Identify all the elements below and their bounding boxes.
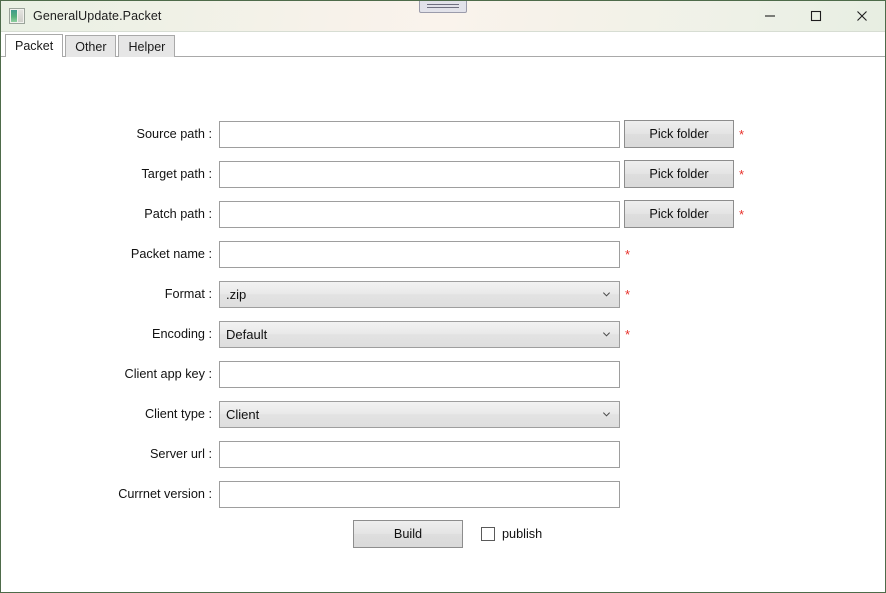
tab-other-label: Other bbox=[75, 39, 107, 54]
source-path-required-marker: * bbox=[739, 126, 745, 142]
close-button[interactable] bbox=[839, 1, 885, 31]
field-source-path: Pick folder * bbox=[219, 120, 747, 148]
packet-name-required-marker: * bbox=[625, 246, 631, 262]
tab-helper-label: Helper bbox=[128, 39, 166, 54]
field-client-app-key bbox=[219, 360, 633, 388]
tab-packet-label: Packet bbox=[15, 39, 54, 53]
chevron-down-icon bbox=[602, 330, 611, 339]
patch-path-pick-folder-button[interactable]: Pick folder bbox=[624, 200, 734, 228]
field-current-version bbox=[219, 480, 633, 508]
snap-line-bottom bbox=[427, 7, 459, 8]
label-packet-name: Packet name : bbox=[130, 247, 212, 261]
form-row-patch-path: Patch path : Pick folder * bbox=[1, 194, 885, 234]
chevron-down-icon bbox=[602, 290, 611, 299]
minimize-icon bbox=[764, 10, 776, 22]
label-target-path: Target path : bbox=[141, 167, 212, 181]
minimize-button[interactable] bbox=[747, 1, 793, 31]
label-encoding: Encoding : bbox=[152, 327, 212, 341]
tab-helper[interactable]: Helper bbox=[118, 35, 176, 57]
label-format: Format : bbox=[164, 287, 212, 301]
form-row-packet-name: Packet name : * bbox=[1, 234, 885, 274]
label-server-url: Server url : bbox=[149, 447, 212, 461]
chevron-down-icon bbox=[602, 410, 611, 419]
form-row-current-version: Currnet version : bbox=[1, 474, 885, 514]
window-title: GeneralUpdate.Packet bbox=[33, 9, 162, 23]
tab-content-packet: Source path : Pick folder * Target path … bbox=[1, 57, 885, 592]
publish-checkbox-label: publish bbox=[502, 527, 543, 541]
build-button[interactable]: Build bbox=[353, 520, 463, 548]
current-version-input[interactable] bbox=[219, 480, 620, 508]
snap-line-top bbox=[427, 4, 459, 5]
maximize-button[interactable] bbox=[793, 1, 839, 31]
label-source-path: Source path : bbox=[136, 127, 212, 141]
form-row-client-type: Client type : Client bbox=[1, 394, 885, 434]
client-type-selected-value: Client bbox=[226, 406, 260, 422]
field-server-url bbox=[219, 440, 633, 468]
format-selected-value: .zip bbox=[226, 286, 247, 302]
encoding-dropdown[interactable]: Default bbox=[219, 320, 620, 348]
form-row-client-app-key: Client app key : bbox=[1, 354, 885, 394]
form-row-server-url: Server url : bbox=[1, 434, 885, 474]
tab-other[interactable]: Other bbox=[65, 35, 117, 57]
field-format: .zip * bbox=[219, 280, 633, 308]
form-row-target-path: Target path : Pick folder * bbox=[1, 154, 885, 194]
target-path-required-marker: * bbox=[739, 166, 745, 182]
maximize-icon bbox=[810, 10, 822, 22]
field-client-type: Client bbox=[219, 400, 633, 428]
encoding-required-marker: * bbox=[625, 326, 631, 342]
app-icon-left-tile bbox=[11, 10, 17, 22]
close-icon bbox=[856, 10, 868, 22]
source-path-pick-folder-button[interactable]: Pick folder bbox=[624, 120, 734, 148]
tab-packet[interactable]: Packet bbox=[5, 34, 64, 57]
title-bar: GeneralUpdate.Packet bbox=[1, 1, 885, 32]
form-row-source-path: Source path : Pick folder * bbox=[1, 114, 885, 154]
packet-name-input[interactable] bbox=[219, 240, 620, 268]
app-icon-right-tile bbox=[18, 10, 23, 22]
field-packet-name: * bbox=[219, 240, 633, 268]
action-row: Build publish bbox=[1, 514, 885, 554]
label-patch-path: Patch path : bbox=[144, 207, 212, 221]
publish-checkbox[interactable] bbox=[481, 527, 495, 541]
format-required-marker: * bbox=[625, 286, 631, 302]
server-url-input[interactable] bbox=[219, 440, 620, 468]
client-app-key-input[interactable] bbox=[219, 360, 620, 388]
target-path-input[interactable] bbox=[219, 160, 620, 188]
source-path-input[interactable] bbox=[219, 120, 620, 148]
label-current-version: Currnet version : bbox=[118, 487, 212, 501]
label-client-app-key: Client app key : bbox=[124, 367, 212, 381]
window-controls bbox=[747, 1, 885, 31]
tab-strip: Packet Other Helper bbox=[1, 32, 885, 57]
app-window-icon bbox=[9, 8, 25, 24]
patch-path-required-marker: * bbox=[739, 206, 745, 222]
application-window: GeneralUpdate.Packet Packet Other Helper… bbox=[0, 0, 886, 593]
field-patch-path: Pick folder * bbox=[219, 200, 747, 228]
field-target-path: Pick folder * bbox=[219, 160, 747, 188]
target-path-pick-folder-button[interactable]: Pick folder bbox=[624, 160, 734, 188]
client-type-dropdown[interactable]: Client bbox=[219, 400, 620, 428]
publish-checkbox-group[interactable]: publish bbox=[481, 527, 542, 541]
form-row-format: Format : .zip * bbox=[1, 274, 885, 314]
format-dropdown[interactable]: .zip bbox=[219, 280, 620, 308]
packet-form: Source path : Pick folder * Target path … bbox=[1, 114, 885, 554]
form-row-encoding: Encoding : Default * bbox=[1, 314, 885, 354]
field-encoding: Default * bbox=[219, 320, 633, 348]
window-snap-indicator[interactable] bbox=[419, 1, 467, 13]
label-client-type: Client type : bbox=[145, 407, 212, 421]
patch-path-input[interactable] bbox=[219, 200, 620, 228]
encoding-selected-value: Default bbox=[226, 326, 268, 342]
